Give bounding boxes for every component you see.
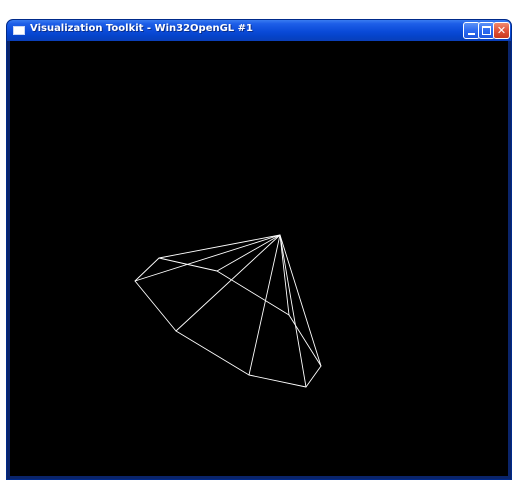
- render-window: Visualization Toolkit - Win32OpenGL #1 ✕: [6, 19, 512, 480]
- close-button[interactable]: ✕: [493, 22, 510, 39]
- title-bar[interactable]: Visualization Toolkit - Win32OpenGL #1 ✕: [7, 20, 511, 41]
- cone-edge: [175, 234, 281, 332]
- window-app-icon[interactable]: [13, 26, 25, 35]
- cone-wireframe: [134, 234, 322, 388]
- cone-edge: [279, 234, 322, 367]
- window-title: Visualization Toolkit - Win32OpenGL #1: [30, 23, 253, 34]
- maximize-icon: [482, 26, 491, 35]
- cone-edge: [279, 234, 290, 316]
- cone-edge: [279, 234, 307, 388]
- render-viewport[interactable]: [10, 41, 508, 476]
- cone-edge: [248, 234, 281, 376]
- cone-edge: [134, 234, 281, 282]
- close-icon: ✕: [496, 24, 507, 37]
- minimize-icon: [468, 33, 475, 35]
- cone-edge: [216, 234, 281, 272]
